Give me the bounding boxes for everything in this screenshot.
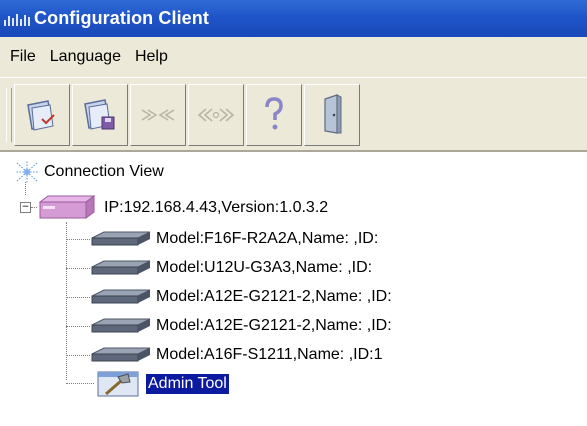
controller-label: IP:192.168.4.43,Version:1.0.3.2 <box>104 199 329 216</box>
network-icon <box>15 161 39 183</box>
tree-connector <box>66 222 67 380</box>
connect-button[interactable] <box>188 84 244 146</box>
module-label: Model:A12E-G2121-2,Name: ,ID: <box>156 317 392 334</box>
module-label: Model:A16F-S1211,Name: ,ID:1 <box>156 346 383 363</box>
tree-connector <box>66 239 90 240</box>
tree-connector <box>25 182 26 195</box>
controller-row[interactable]: IP:192.168.4.43,Version:1.0.3.2 <box>104 194 328 222</box>
save-button[interactable] <box>72 84 128 146</box>
menu-help[interactable]: Help <box>135 48 168 66</box>
window-title: Configuration Client <box>34 8 209 28</box>
tree-connector <box>66 268 90 269</box>
menu-file[interactable]: File <box>10 48 36 66</box>
module-label: Model:A12E-G2121-2,Name: ,ID: <box>156 288 392 305</box>
io-module-icon <box>91 289 151 304</box>
module-row[interactable]: Model:A12E-G2121-2,Name: ,ID: <box>156 283 392 311</box>
toolbar <box>0 77 587 153</box>
open-button[interactable] <box>14 84 70 146</box>
exit-button[interactable] <box>304 84 360 146</box>
menu-bar: File Language Help <box>0 37 587 77</box>
module-label: Model:U12U-G3A3,Name: ,ID: <box>156 259 373 276</box>
controller-icon <box>38 195 96 219</box>
connection-tree[interactable]: Connection View − IP:192.168.4.43,Versio… <box>0 152 587 426</box>
module-row[interactable]: Model:A16F-S1211,Name: ,ID:1 <box>156 341 382 369</box>
admin-tool-label: Admin Tool <box>146 374 229 394</box>
module-row[interactable]: Model:U12U-G3A3,Name: ,ID: <box>156 254 372 282</box>
disconnect-icon <box>141 109 175 121</box>
title-bar[interactable]: Configuration Client <box>0 0 587 37</box>
tree-root-row[interactable]: Connection View <box>44 158 164 186</box>
folder-save-icon <box>84 99 115 130</box>
toolbar-grip[interactable] <box>6 88 12 142</box>
io-module-icon <box>91 231 151 246</box>
app-window: Configuration Client File Language Help <box>0 0 587 426</box>
collapse-toggle[interactable]: − <box>20 202 31 213</box>
module-label: Model:F16F-R2A2A,Name: ,ID: <box>156 230 379 247</box>
app-logo-icon <box>4 12 30 26</box>
tree-connector <box>31 207 37 208</box>
io-module-icon <box>91 318 151 333</box>
module-row[interactable]: Model:A12E-G2121-2,Name: ,ID: <box>156 312 392 340</box>
tree-connector <box>66 297 90 298</box>
help-button[interactable] <box>246 84 302 146</box>
tree-connector <box>66 326 90 327</box>
admin-tool-row[interactable]: Admin Tool <box>146 370 229 398</box>
tree-root-label: Connection View <box>44 163 164 180</box>
admin-tool-icon <box>97 371 139 397</box>
disconnect-button[interactable] <box>130 84 186 146</box>
io-module-icon <box>91 260 151 275</box>
folder-open-icon <box>27 100 55 131</box>
io-module-icon <box>91 347 151 362</box>
connect-icon <box>197 108 235 122</box>
help-icon <box>265 97 283 130</box>
exit-door-icon <box>324 94 342 134</box>
module-row[interactable]: Model:F16F-R2A2A,Name: ,ID: <box>156 225 378 253</box>
tree-connector <box>66 355 90 356</box>
menu-language[interactable]: Language <box>50 48 121 66</box>
tree-connector <box>66 383 94 384</box>
